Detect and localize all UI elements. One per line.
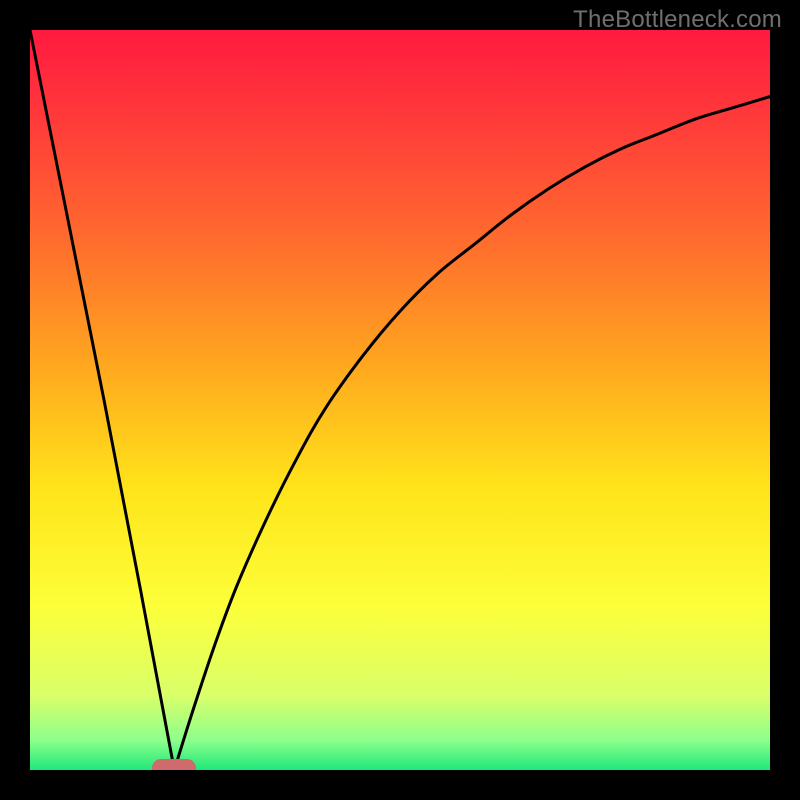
bottleneck-curve bbox=[30, 30, 770, 770]
optimal-marker bbox=[152, 759, 196, 770]
watermark-text: TheBottleneck.com bbox=[573, 6, 782, 34]
plot-area bbox=[30, 30, 770, 770]
chart-frame: TheBottleneck.com bbox=[0, 0, 800, 800]
